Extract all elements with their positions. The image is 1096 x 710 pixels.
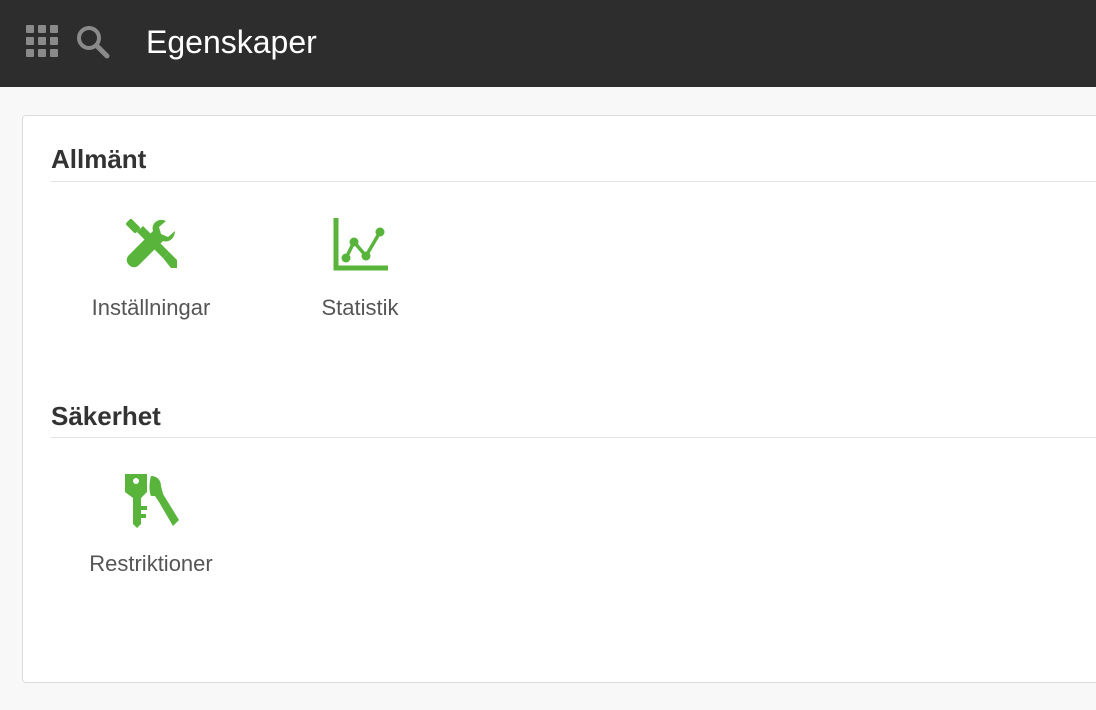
tile-settings[interactable]: Inställningar	[51, 216, 251, 346]
tile-label: Inställningar	[91, 295, 211, 320]
section-divider	[51, 181, 1096, 182]
section-divider	[51, 437, 1096, 438]
search-icon[interactable]	[76, 25, 110, 59]
tile-statistics[interactable]: Statistik	[260, 216, 460, 346]
tile-label: Statistik	[321, 295, 399, 320]
properties-panel: Allmänt Inställningar Statistik Säkerhet…	[22, 115, 1096, 683]
section-heading-general: Allmänt	[51, 144, 147, 174]
page-title: Egenskaper	[146, 24, 317, 60]
tile-restrictions[interactable]: Restriktioner	[51, 472, 251, 602]
section-heading-security: Säkerhet	[51, 401, 161, 431]
line-chart-icon	[333, 218, 388, 271]
grid-icon[interactable]	[26, 25, 58, 57]
top-bar: Egenskaper	[0, 0, 1096, 87]
tile-label: Restriktioner	[89, 551, 213, 576]
tools-icon	[126, 219, 177, 268]
key-icon	[125, 474, 179, 528]
